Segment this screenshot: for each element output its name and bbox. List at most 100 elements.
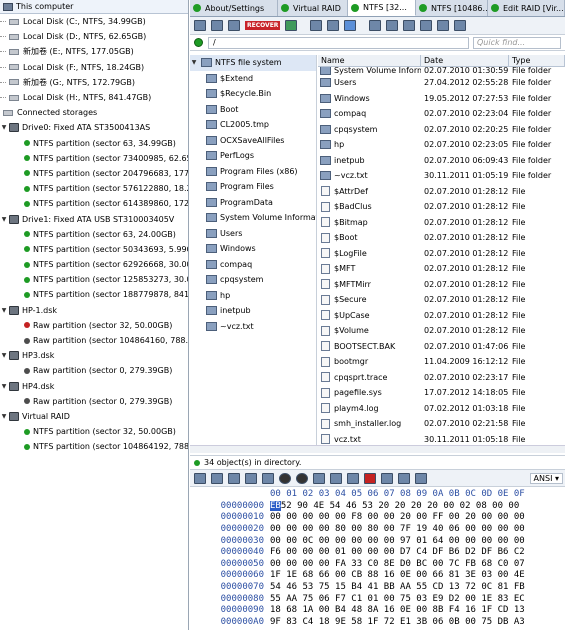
partition-item[interactable]: NTFS partition (sector 576122880, 18.24G… [0,181,188,196]
local-disk-item[interactable]: Local Disk (C:, NTFS, 34.99GB) [0,14,188,29]
file-row[interactable]: inetpub 02.07.2010 06:09:43 File folder [318,153,565,169]
partition-item[interactable]: NTFS partition (sector 614389860, 172.79… [0,196,188,211]
drive-item[interactable]: ▼ Drive0: Fixed ATA ST3500413AS [0,120,188,135]
partition-item[interactable]: NTFS partition (sector 63, 24.00GB) [0,227,188,242]
tree-item[interactable]: compaq [190,257,316,273]
find-icon[interactable] [228,20,240,31]
hex-block-icon[interactable] [347,472,359,484]
file-row[interactable]: $Boot 02.07.2010 01:28:12 File [318,230,565,246]
recover-button[interactable]: RECOVER [245,21,281,30]
partition-item[interactable]: NTFS partition (sector 188779878, 841.47… [0,287,188,302]
tree-item[interactable]: OCXSaveAllFiles [190,133,316,149]
this-computer-header[interactable]: This computer [0,0,188,14]
tree-item[interactable]: ProgramData [190,195,316,211]
tree-item[interactable]: hp [190,288,316,304]
local-disk-item[interactable]: Local Disk (F:, NTFS, 18.24GB) [0,60,188,75]
tab-3[interactable]: NTFS [32... [348,0,416,16]
file-row[interactable]: Windows 19.05.2012 07:27:53 File folder [318,91,565,107]
file-row[interactable]: $UpCase 02.07.2010 01:28:12 File [318,308,565,324]
local-disk-item[interactable]: Local Disk (D:, NTFS, 62.65GB) [0,29,188,44]
tree-item[interactable]: PerfLogs [190,148,316,164]
local-disk-item[interactable]: 新加卷 (E:, NTFS, 177.05GB) [0,44,188,59]
name-column-header[interactable]: Name [318,55,421,66]
partition-item[interactable]: Raw partition (sector 32, 50.00GB) [0,318,188,333]
hex-bookmark-icon[interactable] [364,472,376,484]
file-row[interactable]: $MFTMirr 02.07.2010 01:28:12 File [318,277,565,293]
file-row[interactable]: ~vcz.txt 30.11.2011 01:05:19 File folder [318,168,565,184]
path-input[interactable]: / [208,36,469,49]
nav-icon[interactable] [194,38,203,47]
hex-grid-icon[interactable] [211,472,223,484]
local-disk-item[interactable]: 新加卷 (G:, NTFS, 172.79GB) [0,75,188,90]
encoding-select[interactable]: ANSI ▾ [529,472,563,484]
tree-item[interactable]: inetpub [190,303,316,319]
up-icon[interactable] [403,20,416,31]
grid-icon[interactable] [344,20,357,31]
hex-forward-icon[interactable] [296,472,308,484]
drive-item[interactable]: ▼ HP3.dsk [0,348,188,363]
tree-item[interactable]: ~vcz.txt [190,319,316,335]
tab-5[interactable]: Edit RAID [Vir... [488,0,565,16]
save-icon[interactable] [194,20,206,31]
hex-copy-icon[interactable] [228,472,240,484]
tree-item[interactable]: System Volume Informati [190,210,316,226]
partition-item[interactable]: NTFS partition (sector 50343693, 5.99GB) [0,242,188,257]
hex-save-icon[interactable] [194,472,206,484]
partition-item[interactable]: Raw partition (sector 104864160, 788.07G… [0,333,188,348]
local-disk-item[interactable]: Local Disk (H:, NTFS, 841.47GB) [0,90,188,105]
horizontal-scrollbar[interactable] [190,445,565,453]
tab-2[interactable]: Virtual RAID [278,0,348,16]
file-row[interactable]: $Secure 02.07.2010 01:28:12 File [318,292,565,308]
hex-view[interactable]: 00 01 02 03 04 05 06 07 08 09 0A 0B 0C 0… [190,487,565,630]
date-column-header[interactable]: Date [421,55,509,66]
tree-item[interactable]: Windows [190,241,316,257]
tree-item[interactable]: Program Files [190,179,316,195]
partition-item[interactable]: NTFS partition (sector 73400985, 62.65GB… [0,151,188,166]
file-row[interactable]: playm4.log 07.02.2012 01:03:18 File [318,401,565,417]
file-row[interactable]: $Bitmap 02.07.2010 01:28:12 File [318,215,565,231]
drive-item[interactable]: ▼ Drive1: Fixed ATA USB ST310003405V [0,211,188,226]
hex-undo-icon[interactable] [398,472,410,484]
connected-storages-label[interactable]: Connected storages [0,105,188,120]
tree-item[interactable]: Boot [190,102,316,118]
back-icon[interactable] [386,20,399,31]
file-row[interactable]: bootmgr 11.04.2009 16:12:12 File [318,354,565,370]
tree-item[interactable]: cpqsystem [190,272,316,288]
hex-back-icon[interactable] [279,472,291,484]
file-row[interactable]: hp 02.07.2010 02:23:05 File folder [318,137,565,153]
refresh-icon[interactable] [327,20,340,31]
expand-icon[interactable]: ▼ [0,307,8,314]
file-row[interactable]: cpqsystem 02.07.2010 02:20:25 File folder [318,122,565,138]
partition-item[interactable]: Raw partition (sector 0, 279.39GB) [0,363,188,378]
file-row[interactable]: compaq 02.07.2010 02:23:04 File folder [318,106,565,122]
partition-item[interactable]: NTFS partition (sector 104864192, 788.07… [0,439,188,454]
expand-icon[interactable]: ▼ [0,352,8,359]
partition-item[interactable]: Raw partition (sector 0, 279.39GB) [0,394,188,409]
file-row[interactable]: $MFT 02.07.2010 01:28:12 File [318,261,565,277]
tree-item[interactable]: $Recycle.Bin [190,86,316,102]
tree-item[interactable]: Program Files (x86) [190,164,316,180]
file-row[interactable]: vcz.txt 30.11.2011 01:05:18 File [318,432,565,446]
quick-find-input[interactable]: Quick find... [473,36,561,49]
hex-options-icon[interactable] [415,472,427,484]
settings-icon[interactable] [369,20,382,31]
tree-item[interactable]: $Extend [190,71,316,87]
tree-item[interactable]: Users [190,226,316,242]
expand-icon[interactable]: ▼ [0,383,8,390]
hex-paste-icon[interactable] [245,472,257,484]
hex-goto-icon[interactable] [313,472,325,484]
file-row[interactable]: BOOTSECT.BAK 02.07.2010 01:47:06 File [318,339,565,355]
tab-1[interactable]: About/Settings [190,0,278,16]
expand-icon[interactable]: ▼ [0,124,8,131]
type-column-header[interactable]: Type [509,55,565,66]
open-icon[interactable] [211,20,223,31]
file-row[interactable]: $BadClus 02.07.2010 01:28:12 File [318,199,565,215]
file-row[interactable]: smh_installer.log 02.07.2010 02:21:58 File [318,416,565,432]
tools-icon[interactable] [437,20,450,31]
hex-selected-byte[interactable]: EB [270,500,281,511]
tree-item[interactable]: CL2005.tmp [190,117,316,133]
partition-item[interactable]: NTFS partition (sector 62926668, 30.00GB… [0,257,188,272]
drive-item[interactable]: ▼ Virtual RAID [0,409,188,424]
partition-item[interactable]: NTFS partition (sector 63, 34.99GB) [0,136,188,151]
partition-item[interactable]: NTFS partition (sector 125853273, 30.00G… [0,272,188,287]
